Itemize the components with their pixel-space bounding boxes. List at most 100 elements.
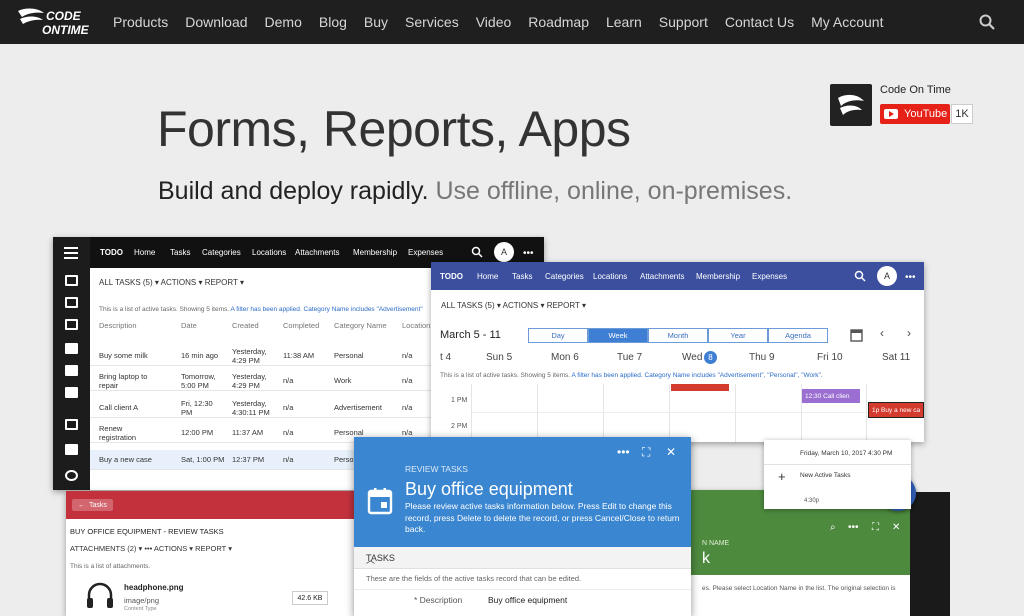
nav-item[interactable]: Services [405,14,459,30]
close-icon[interactable]: ✕ [892,522,900,533]
nav-item[interactable]: Contact Us [725,14,794,30]
calendar-search-icon[interactable] [854,270,866,282]
col-completed[interactable]: Completed [283,321,319,330]
location-search-icon[interactable]: ⌕ [830,522,836,533]
tasks-menu-attachments[interactable]: Attachments [295,248,339,257]
cal-menu-attachments[interactable]: Attachments [640,272,684,281]
tasks-menu-membership[interactable]: Membership [353,248,397,257]
today-badge[interactable]: 8 [704,351,717,364]
calendar-avatar[interactable]: A [877,266,897,286]
nav-item[interactable]: Products [113,14,168,30]
nav-item[interactable]: Video [476,14,512,30]
nav-item[interactable]: Learn [606,14,642,30]
table-icon[interactable] [65,387,78,398]
day-header[interactable]: Sat 11 [882,352,910,363]
prev-week-icon[interactable]: ‹ [880,326,884,340]
date-range: March 5 - 11 [440,329,501,341]
calendar-app-brand[interactable]: TODO [440,272,463,281]
table-cell: Fri, 12:30 PM [181,399,213,417]
new-active-task-item[interactable]: New Active Tasks [800,472,850,479]
day-header[interactable]: Sun 5 [486,352,512,363]
col-date[interactable]: Date [181,321,197,330]
modal-fullscreen-icon[interactable]: ⛶ [642,445,650,460]
list-icon[interactable] [65,365,78,376]
view-month-button[interactable]: Month [648,328,708,343]
calendar-picker-icon[interactable] [850,328,863,342]
day-header[interactable]: Fri 10 [817,352,843,363]
copy-icon[interactable] [65,297,78,308]
tasks-menu-home[interactable]: Home [134,248,155,257]
view-week-button[interactable]: Week [588,328,648,343]
view-agenda-button[interactable]: Agenda [768,328,828,343]
more-icon[interactable]: ••• [523,248,534,259]
location-label: N NAME [702,540,730,547]
calendar-event[interactable]: 1p Buy a new ca [868,402,924,418]
col-location[interactable]: Location [402,321,430,330]
tasks-menu-categories[interactable]: Categories [202,248,241,257]
tasks-search-icon[interactable] [471,246,483,258]
day-header[interactable]: t 4 [440,352,451,363]
hero-subtitle-strong: Build and deploy rapidly. [158,177,429,205]
fullscreen-icon[interactable]: ⛶ [872,522,879,533]
tasks-app-brand[interactable]: TODO [100,248,123,257]
calendar-toolbar[interactable]: ALL TASKS (5) ▾ ACTIONS ▾ REPORT ▾ [441,301,586,310]
description-label: * Description [414,595,463,605]
nav-item[interactable]: Download [185,14,247,30]
nav-item[interactable]: Buy [364,14,388,30]
calendar-event[interactable] [671,384,729,391]
calendar-filter-link[interactable]: A filter has been applied. Category Name… [572,372,823,379]
youtube-button-label: YouTube [904,108,948,120]
tasks-menu-tasks[interactable]: Tasks [170,248,190,257]
description-value[interactable]: Buy office equipment [488,595,567,605]
cal-menu-membership[interactable]: Membership [696,272,740,281]
tasks-menu-locations[interactable]: Locations [252,248,286,257]
view-day-button[interactable]: Day [528,328,588,343]
cal-menu-home[interactable]: Home [477,272,498,281]
plus-icon[interactable]: + [778,469,786,484]
file-name[interactable]: headphone.png [124,583,184,592]
modal-close-icon[interactable]: ✕ [666,445,676,459]
trash-icon[interactable] [65,275,78,286]
tasks-menu-expenses[interactable]: Expenses [408,248,443,257]
gear-icon[interactable] [65,470,78,481]
cal-menu-expenses[interactable]: Expenses [752,272,787,281]
clipboard-check-icon[interactable] [65,319,78,330]
day-header[interactable]: Wed [682,352,702,363]
day-header[interactable]: Mon 6 [551,352,579,363]
attachments-toolbar[interactable]: ATTACHMENTS (2) ▾ ••• ACTIONS ▾ REPORT ▾ [70,544,232,553]
col-description[interactable]: Description [99,321,137,330]
chevron-up-icon[interactable]: ︿ [366,553,681,566]
tasks-toolbar[interactable]: ALL TASKS (5) ▾ ACTIONS ▾ REPORT ▾ [99,278,244,287]
calendar-icon[interactable] [65,419,78,430]
view-year-button[interactable]: Year [708,328,768,343]
day-header[interactable]: Tue 7 [617,352,642,363]
nav-item[interactable]: Demo [265,14,302,30]
col-created[interactable]: Created [232,321,259,330]
back-to-tasks-button[interactable]: ← Tasks [72,499,113,511]
channel-logo[interactable] [830,84,872,126]
cal-menu-categories[interactable]: Categories [545,272,584,281]
apps-icon[interactable] [65,444,78,455]
tasks-filter-link[interactable]: A filter has been applied. Category Name… [231,306,423,313]
nav-item[interactable]: My Account [811,14,883,30]
tasks-section-header[interactable]: TASKS ︿ [354,547,691,569]
cal-menu-tasks[interactable]: Tasks [512,272,532,281]
nav-item[interactable]: Support [659,14,708,30]
nav-item[interactable]: Blog [319,14,347,30]
col-category-name[interactable]: Category Name [334,321,387,330]
code-on-time-logo[interactable]: CODE ONTIME [16,5,96,39]
grid-icon[interactable] [65,343,78,354]
youtube-channel-name[interactable]: Code On Time [880,84,951,96]
next-week-icon[interactable]: › [907,326,911,340]
hamburger-icon[interactable] [64,247,78,259]
calendar-more-icon[interactable]: ••• [905,272,916,283]
nav-item[interactable]: Roadmap [528,14,589,30]
cal-menu-locations[interactable]: Locations [593,272,627,281]
modal-more-icon[interactable]: ••• [617,445,630,459]
calendar-event[interactable]: 12:30 Call clien [802,389,860,403]
day-header[interactable]: Thu 9 [749,352,775,363]
youtube-subscribe-button[interactable]: YouTube [880,104,950,124]
location-more-icon[interactable]: ••• [848,522,859,533]
search-icon[interactable] [978,13,996,31]
avatar[interactable]: A [494,242,514,262]
